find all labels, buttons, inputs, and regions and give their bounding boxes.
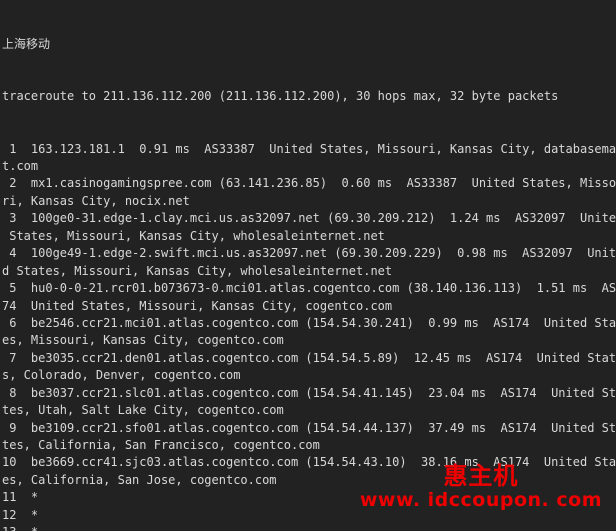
traceroute-hop-line: 13 * xyxy=(2,524,616,531)
traceroute-command: traceroute to 211.136.112.200 (211.136.1… xyxy=(2,89,559,104)
traceroute-hop-line: 6 be2546.ccr21.mci01.atlas.cogentco.com … xyxy=(2,315,616,330)
traceroute-hop-line: 12 * xyxy=(2,507,39,522)
traceroute-hop-line: 4 100ge49-1.edge-2.swift.mci.us.as32097.… xyxy=(2,246,616,261)
terminal-output: 上海移动 traceroute to 211.136.112.200 (211.… xyxy=(0,0,616,531)
traceroute-hop-line-wrap: tes, California, San Francisco, cogentco… xyxy=(2,438,320,453)
traceroute-hop-line: 5 hu0-0-0-21.rcr01.b073673-0.mci01.atlas… xyxy=(2,281,616,296)
traceroute-hop-list: 1 163.123.181.1 0.91 ms AS33387 United S… xyxy=(2,141,616,531)
traceroute-hop-line-wrap: s, Colorado, Denver, cogentco.com xyxy=(2,368,241,383)
traceroute-hop-line: 9 be3109.ccr21.sfo01.atlas.cogentco.com … xyxy=(2,420,616,435)
traceroute-hop-line-wrap: d States, Missouri, Kansas City, wholesa… xyxy=(2,263,393,278)
traceroute-hop-line: 7 be3035.ccr21.den01.atlas.cogentco.com … xyxy=(2,350,616,365)
traceroute-hop-line: 8 be3037.ccr21.slc01.atlas.cogentco.com … xyxy=(2,385,616,400)
traceroute-hop-line-wrap: es, Missouri, Kansas City, cogentco.com xyxy=(2,333,284,348)
traceroute-hop-line-wrap: 74 United States, Missouri, Kansas City,… xyxy=(2,298,393,313)
traceroute-hop-line: 2 mx1.casinogamingspree.com (63.141.236.… xyxy=(2,176,616,191)
traceroute-hop-line: 10 be3669.ccr41.sjc03.atlas.cogentco.com… xyxy=(2,455,616,470)
traceroute-hop-line-wrap: tes, Utah, Salt Lake City, cogentco.com xyxy=(2,403,284,418)
traceroute-hop-line-wrap: ri, Kansas City, nocix.net xyxy=(2,193,190,208)
traceroute-hop-line-wrap: es, California, San Jose, cogentco.com xyxy=(2,472,277,487)
traceroute-hop-line-wrap: t.com xyxy=(2,159,39,174)
traceroute-hop-line: 11 * xyxy=(2,490,39,505)
traceroute-hop-line: 1 163.123.181.1 0.91 ms AS33387 United S… xyxy=(2,141,616,156)
isp-label: 上海移动 xyxy=(2,36,51,51)
traceroute-hop-line-wrap: States, Missouri, Kansas City, wholesale… xyxy=(2,228,385,243)
traceroute-hop-line: 3 100ge0-31.edge-1.clay.mci.us.as32097.n… xyxy=(2,211,616,226)
